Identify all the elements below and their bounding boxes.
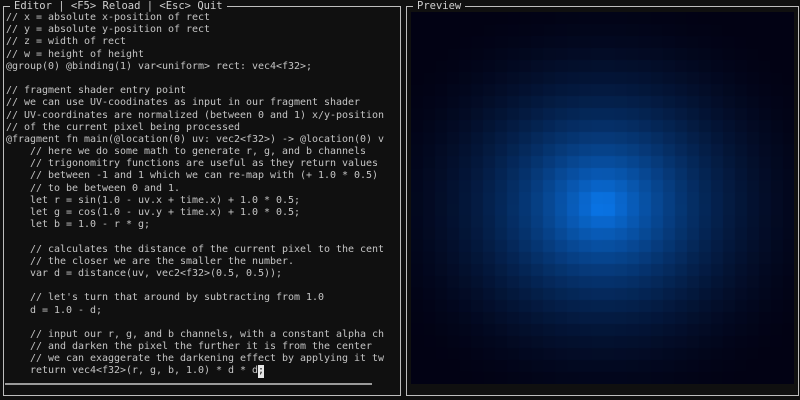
code-line[interactable]: // we can exaggerate the darkening effec… bbox=[6, 353, 400, 365]
editor-pane[interactable]: Editor | <F5> Reload | <Esc> Quit // x =… bbox=[3, 0, 401, 396]
code-line[interactable]: // we can use UV-coodinates as input in … bbox=[6, 97, 400, 109]
shader-output-canvas bbox=[411, 12, 794, 384]
code-line[interactable]: // of the current pixel being processed bbox=[6, 122, 400, 134]
code-line[interactable]: // to be between 0 and 1. bbox=[6, 183, 400, 195]
code-line[interactable]: // UV-coordinates are normalized (betwee… bbox=[6, 110, 400, 122]
code-line[interactable]: let b = 1.0 - r * g; bbox=[6, 219, 400, 231]
code-line[interactable]: // here we do some math to generate r, g… bbox=[6, 146, 400, 158]
code-line[interactable]: // between -1 and 1 which we can re-map … bbox=[6, 170, 400, 182]
editor-title: Editor | <F5> Reload | <Esc> Quit bbox=[10, 0, 227, 12]
code-line[interactable] bbox=[6, 280, 400, 292]
horizontal-scrollbar[interactable] bbox=[5, 383, 372, 385]
code-line[interactable] bbox=[6, 73, 400, 85]
code-line[interactable]: d = 1.0 - d; bbox=[6, 305, 400, 317]
code-line[interactable]: // let's turn that around by subtracting… bbox=[6, 292, 400, 304]
code-line[interactable]: @group(0) @binding(1) var<uniform> rect:… bbox=[6, 61, 400, 73]
text-cursor: ; bbox=[258, 365, 265, 378]
code-line[interactable] bbox=[6, 317, 400, 329]
code-line[interactable]: // x = absolute x-position of rect bbox=[6, 12, 400, 24]
code-line[interactable]: // calculates the distance of the curren… bbox=[6, 244, 400, 256]
code-line[interactable]: var d = distance(uv, vec2<f32>(0.5, 0.5)… bbox=[6, 268, 400, 280]
code-line[interactable]: // y = absolute y-position of rect bbox=[6, 24, 400, 36]
code-line[interactable] bbox=[6, 231, 400, 243]
code-editor[interactable]: // x = absolute x-position of rect// y =… bbox=[6, 12, 400, 395]
preview-render-area bbox=[411, 12, 794, 384]
code-line[interactable]: // w = height of height bbox=[6, 49, 400, 61]
code-line[interactable]: return vec4<f32>(r, g, b, 1.0) * d * d; bbox=[6, 365, 400, 378]
code-line[interactable]: let g = cos(1.0 - uv.y + time.x) + 1.0 *… bbox=[6, 207, 400, 219]
code-line[interactable]: // and darken the pixel the further it i… bbox=[6, 341, 400, 353]
code-line[interactable]: @fragment fn main(@location(0) uv: vec2<… bbox=[6, 134, 400, 146]
code-line[interactable]: // trigonomitry functions are useful as … bbox=[6, 158, 400, 170]
code-line[interactable]: // z = width of rect bbox=[6, 36, 400, 48]
preview-title: Preview bbox=[413, 0, 466, 12]
code-line[interactable]: let r = sin(1.0 - uv.x + time.x) + 1.0 *… bbox=[6, 195, 400, 207]
preview-pane: Preview bbox=[406, 0, 799, 396]
code-line[interactable]: // fragment shader entry point bbox=[6, 85, 400, 97]
code-line[interactable]: // the closer we are the smaller the num… bbox=[6, 256, 400, 268]
code-line[interactable]: // input our r, g, and b channels, with … bbox=[6, 329, 400, 341]
